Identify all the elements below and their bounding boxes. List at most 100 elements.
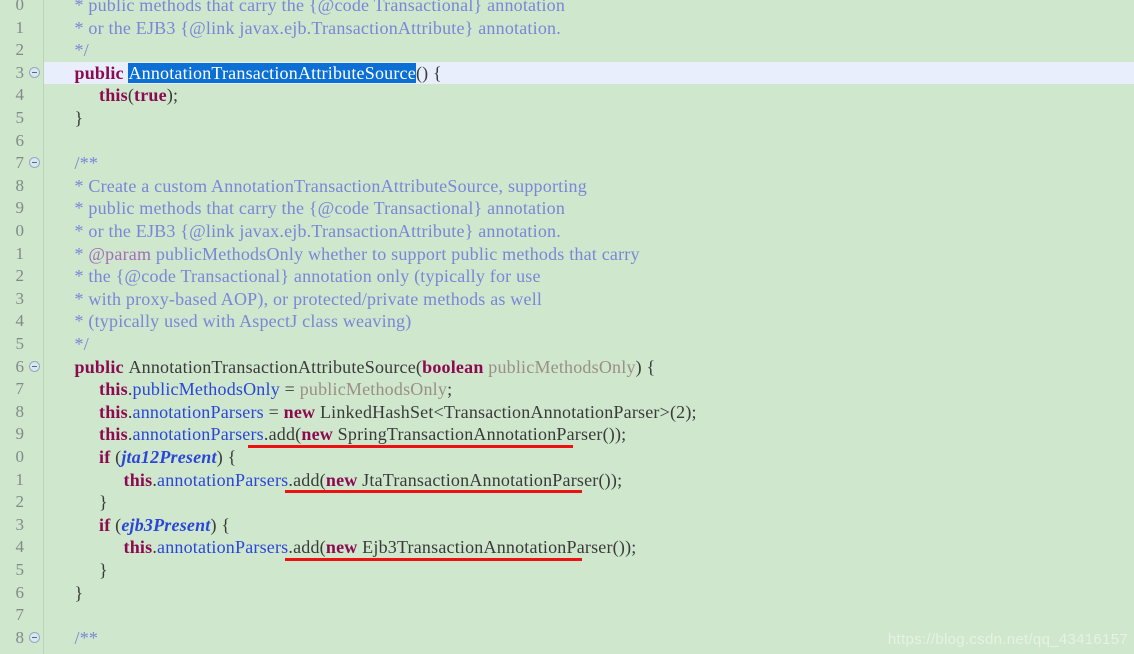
line-number: 6 [15,356,25,376]
code-line[interactable]: public AnnotationTransactionAttributeSou… [44,356,1134,379]
gutter-row[interactable]: 8 [0,627,44,650]
code-token: ) { [210,514,231,535]
code-line[interactable]: */ [44,333,1134,356]
code-line[interactable]: } [44,107,1134,130]
code-token: true [134,85,167,106]
code-line[interactable] [44,604,1134,627]
code-line[interactable]: if (ejb3Present) { [44,514,1134,537]
code-token: * or the EJB3 {@link javax.ejb.Transacti… [74,221,561,241]
gutter-row[interactable]: 3 [0,288,44,311]
code-text-area[interactable]: * public methods that carry the {@code T… [44,0,1134,654]
gutter-row[interactable]: 6 [0,130,44,153]
gutter-row[interactable]: 0 [0,220,44,243]
code-line[interactable]: /** [44,152,1134,175]
code-line[interactable]: * (typically used with AspectJ class wea… [44,310,1134,333]
code-line[interactable]: this.annotationParsers = new LinkedHashS… [44,401,1134,424]
gutter-row[interactable]: 3 [0,514,44,537]
code-token: publicMethodsOnly [299,379,448,400]
code-token: new [325,469,358,490]
code-line[interactable]: * the {@code Transactional} annotation o… [44,265,1134,288]
gutter-row[interactable]: 2 [0,265,44,288]
code-line-text: this.annotationParsers.add(new Ejb3Trans… [44,536,637,559]
line-number: 1 [15,469,25,489]
code-line[interactable]: * with proxy-based AOP), or protected/pr… [44,288,1134,311]
code-line[interactable]: this.annotationParsers.add(new Ejb3Trans… [44,536,1134,559]
gutter-row[interactable]: 2 [0,39,44,62]
line-number: 5 [15,108,25,127]
code-line[interactable]: * public methods that carry the {@code T… [44,197,1134,220]
code-token: public [74,356,129,377]
gutter-row[interactable]: 9 [0,423,44,446]
code-line[interactable]: } [44,559,1134,582]
gutter-row[interactable]: 6 [0,582,44,605]
code-token: } [99,560,108,580]
gutter-row[interactable]: 1 [0,17,44,40]
gutter-row[interactable]: 5 [0,107,44,130]
gutter-row[interactable]: 6 [0,356,44,379]
gutter-row[interactable]: 8 [0,401,44,424]
code-token: } [74,108,84,128]
code-fold-collapse-icon[interactable] [29,632,40,644]
line-number-gutter[interactable]: 01234567890123456789012345678 [0,0,44,654]
code-line[interactable]: } [44,491,1134,514]
gutter-row[interactable]: 5 [0,559,44,582]
code-line[interactable]: if (jta12Present) { [44,446,1134,469]
code-token: if [99,514,111,535]
code-line[interactable]: * public methods that carry the {@code T… [44,0,1134,17]
gutter-row[interactable]: 8 [0,175,44,198]
gutter-row[interactable]: 0 [0,446,44,469]
code-line[interactable]: this(true); [44,84,1134,107]
code-token: ) { [635,356,656,377]
code-line-text: /** [44,627,98,650]
line-number: 4 [15,85,25,105]
code-token: /** [74,153,99,174]
gutter-row[interactable]: 4 [0,310,44,333]
code-token: new [325,537,358,558]
code-line-text: if (ejb3Present) { [44,514,230,537]
code-line[interactable]: * @param publicMethodsOnly whether to su… [44,243,1134,266]
gutter-row[interactable]: 5 [0,333,44,356]
line-number: 6 [15,582,25,602]
code-token: ; [447,379,453,400]
red-underline-annotation [248,445,574,448]
code-token: * public methods that carry the {@code T… [74,0,566,15]
gutter-row[interactable]: 1 [0,469,44,492]
code-line[interactable] [44,130,1134,153]
code-fold-collapse-icon[interactable] [29,67,40,79]
gutter-row[interactable]: 1 [0,243,44,266]
code-token: * or the EJB3 {@link javax.ejb.Transacti… [74,17,561,38]
code-line[interactable]: * or the EJB3 {@link javax.ejb.Transacti… [44,220,1134,243]
code-line-text: * Create a custom AnnotationTransactionA… [44,175,587,198]
code-fold-collapse-icon[interactable] [29,360,40,372]
gutter-row[interactable]: 9 [0,197,44,220]
code-token: ) { [216,447,237,467]
gutter-row[interactable]: 7 [0,604,44,627]
gutter-row[interactable]: 0 [0,0,44,17]
gutter-row[interactable]: 7 [0,152,44,175]
watermark-url: https://blog.csdn.net/qq_43416157 [887,631,1128,648]
code-line[interactable]: this.annotationParsers.add(new JtaTransa… [44,469,1134,492]
code-token: Ejb3TransactionAnnotationParser()); [357,537,637,558]
line-number: 2 [15,492,25,512]
code-line-text: */ [44,333,89,356]
code-fold-collapse-icon[interactable] [29,157,40,169]
code-line[interactable]: * or the EJB3 {@link javax.ejb.Transacti… [44,17,1134,40]
gutter-row[interactable]: 3 [0,62,44,85]
gutter-row[interactable]: 4 [0,536,44,559]
code-token: * [74,243,89,264]
code-line-text: * public methods that carry the {@code T… [44,197,565,220]
code-line[interactable]: */ [44,39,1134,62]
code-token: /** [74,627,99,648]
gutter-row[interactable]: 4 [0,84,44,107]
gutter-row[interactable]: 7 [0,378,44,401]
code-token: } [99,492,108,513]
code-token: new [283,401,316,422]
code-line[interactable]: this.publicMethodsOnly = publicMethodsOn… [44,378,1134,401]
code-line[interactable]: } [44,582,1134,605]
code-line[interactable]: public AnnotationTransactionAttributeSou… [44,61,1134,85]
gutter-row[interactable]: 2 [0,491,44,514]
code-editor[interactable]: * public methods that carry the {@code T… [0,0,1134,654]
code-token: */ [74,334,89,354]
code-line[interactable]: * Create a custom AnnotationTransactionA… [44,175,1134,198]
code-line[interactable]: this.annotationParsers.add(new SpringTra… [44,423,1134,446]
